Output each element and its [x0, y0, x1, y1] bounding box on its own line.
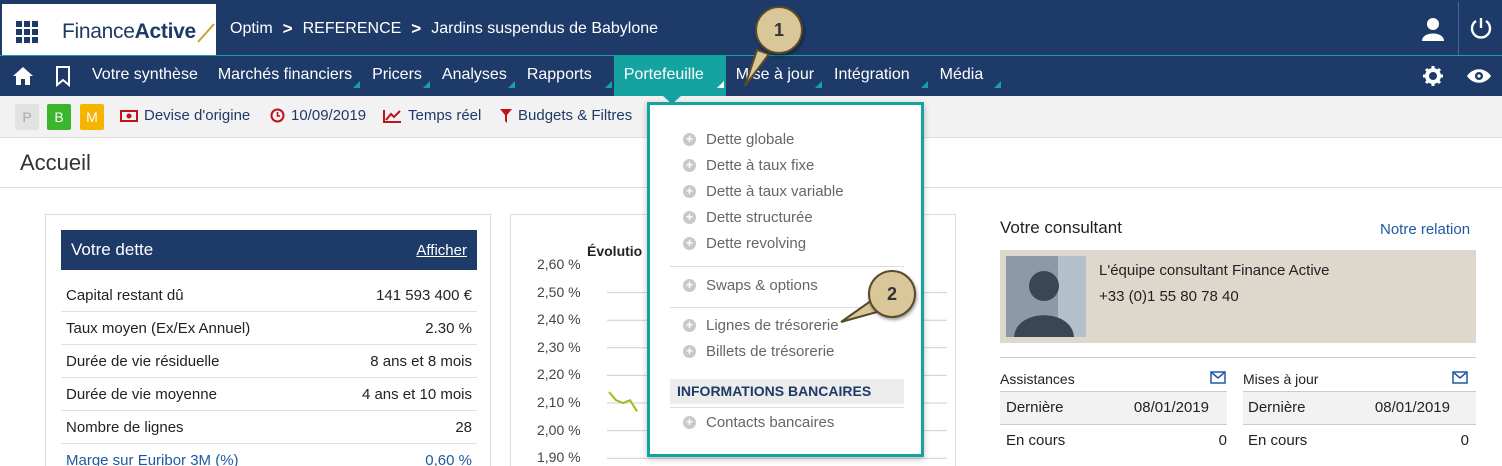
page-title: Accueil: [20, 150, 91, 175]
gear-icon[interactable]: [1422, 65, 1444, 87]
eye-icon[interactable]: [1466, 67, 1492, 85]
plus-circle-icon: +: [683, 237, 696, 250]
menu-item-dette-structuree[interactable]: + Dette structurée: [683, 209, 813, 226]
debt-card-header: Votre dette Afficher: [61, 230, 477, 270]
nav-item-integration[interactable]: Intégration: [824, 56, 930, 96]
table-row: Durée de vie moyenne 4 ans et 10 mois: [61, 378, 477, 411]
menu-section-header: INFORMATIONS BANCAIRES: [670, 379, 904, 404]
assistances-title: Assistances: [1000, 371, 1075, 387]
table-row: Taux moyen (Ex/Ex Annuel) 2.30 %: [61, 312, 477, 345]
date-button[interactable]: 10/09/2019: [270, 107, 366, 124]
devise-label: Devise d'origine: [144, 107, 251, 124]
nav-item-pricers[interactable]: Pricers: [362, 56, 432, 96]
power-button[interactable]: [1458, 2, 1502, 57]
menu-divider: [670, 266, 904, 267]
menu-item-swaps-options[interactable]: + Swaps & options: [683, 277, 818, 294]
consultant-phone[interactable]: +33 (0)1 55 80 78 40: [1099, 288, 1239, 305]
table-row: Nombre de lignes 28: [61, 411, 477, 444]
chevron-right-icon: >: [282, 19, 293, 38]
menu-item-lignes-tresorerie[interactable]: + Lignes de trésorerie: [683, 317, 839, 334]
home-icon[interactable]: [12, 65, 34, 87]
nav-item-rapports[interactable]: Rapports: [517, 56, 614, 96]
badge-b[interactable]: B: [47, 104, 71, 130]
nav-item-portefeuille[interactable]: Portefeuille: [613, 56, 726, 96]
menu-item-dette-revolving[interactable]: + Dette revolving: [683, 235, 806, 252]
nav-item-synthese[interactable]: Votre synthèse: [82, 56, 208, 96]
consultant-name: L'équipe consultant Finance Active: [1099, 262, 1330, 279]
badge-m[interactable]: M: [80, 104, 104, 130]
nav-item-marches[interactable]: Marchés financiers: [208, 56, 362, 96]
table-row: Capital restant dû 141 593 400 €: [61, 279, 477, 312]
apps-grid-icon[interactable]: [16, 21, 38, 43]
logo: FinanceActive: [62, 20, 196, 43]
table-row: Durée de vie résiduelle 8 ans et 8 mois: [61, 345, 477, 378]
menu-item-billets-tresorerie[interactable]: + Billets de trésorerie: [683, 343, 834, 360]
menu-item-dette-globale[interactable]: + Dette globale: [683, 131, 794, 148]
series-line: [608, 391, 638, 412]
mises-a-jour-title: Mises à jour: [1243, 371, 1319, 387]
breadcrumb-item[interactable]: REFERENCE: [303, 20, 402, 38]
plus-circle-icon: +: [683, 185, 696, 198]
avatar: [1006, 256, 1086, 337]
budgets-filtres-button[interactable]: Budgets & Filtres: [500, 107, 632, 124]
plus-circle-icon: +: [683, 345, 696, 358]
bookmark-icon[interactable]: [52, 65, 74, 87]
menu-divider: [670, 407, 904, 408]
person-silhouette-icon: [1006, 256, 1086, 337]
nav-item-analyses[interactable]: Analyses: [432, 56, 517, 96]
user-icon[interactable]: [1420, 16, 1446, 42]
table-row: Dernière 08/01/2019: [1000, 392, 1227, 424]
plus-circle-icon: +: [683, 211, 696, 224]
callout-1: 1: [755, 6, 803, 54]
logo-area[interactable]: FinanceActive: [0, 2, 218, 57]
date-label: 10/09/2019: [291, 107, 367, 124]
divider: [1000, 357, 1476, 358]
debt-card: Votre dette Afficher Capital restant dû 1…: [45, 214, 491, 466]
table-row: Dernière 08/01/2019: [1243, 392, 1476, 424]
filter-icon: [500, 108, 512, 123]
table-row[interactable]: Marge sur Euribor 3M (%) 0,60 %: [61, 444, 477, 466]
breadcrumb-item[interactable]: Jardins suspendus de Babylone: [431, 20, 658, 38]
table-row: En cours 0: [1006, 432, 1227, 449]
clock-icon: [270, 108, 285, 123]
plus-circle-icon: +: [683, 319, 696, 332]
power-icon: [1470, 18, 1492, 39]
table-row: En cours 0: [1248, 432, 1469, 449]
chevron-right-icon: >: [411, 19, 422, 38]
mail-icon[interactable]: [1210, 371, 1226, 384]
nav-item-media[interactable]: Média: [930, 56, 1004, 96]
plus-circle-icon: +: [683, 159, 696, 172]
show-debt-link[interactable]: Afficher: [416, 242, 467, 259]
logo-slash-icon: [197, 23, 215, 43]
plus-circle-icon: +: [683, 416, 696, 429]
consultant-title: Votre consultant: [1000, 218, 1122, 237]
temps-reel-button[interactable]: Temps réel: [383, 107, 481, 124]
menu-item-contacts-bancaires[interactable]: + Contacts bancaires: [683, 414, 834, 431]
breadcrumb: Optim > REFERENCE > Jardins suspendus de…: [230, 19, 658, 39]
plus-circle-icon: +: [683, 133, 696, 146]
line-chart-icon: [383, 109, 401, 123]
mail-icon[interactable]: [1452, 371, 1468, 384]
menu-item-dette-taux-variable[interactable]: + Dette à taux variable: [683, 183, 844, 200]
callout-2: 2: [868, 270, 916, 318]
budgets-filtres-label: Budgets & Filtres: [518, 107, 633, 124]
banknote-icon: [120, 109, 138, 122]
notre-relation-link[interactable]: Notre relation: [1380, 221, 1470, 238]
debt-card-title: Votre dette: [71, 240, 154, 259]
temps-reel-label: Temps réel: [408, 107, 482, 124]
plus-circle-icon: +: [683, 279, 696, 292]
devise-button[interactable]: Devise d'origine: [120, 107, 250, 124]
badge-p[interactable]: P: [15, 104, 39, 130]
consultant-box: L'équipe consultant Finance Active +33 (…: [1000, 250, 1476, 343]
menu-item-dette-taux-fixe[interactable]: + Dette à taux fixe: [683, 157, 814, 174]
breadcrumb-item[interactable]: Optim: [230, 20, 273, 38]
